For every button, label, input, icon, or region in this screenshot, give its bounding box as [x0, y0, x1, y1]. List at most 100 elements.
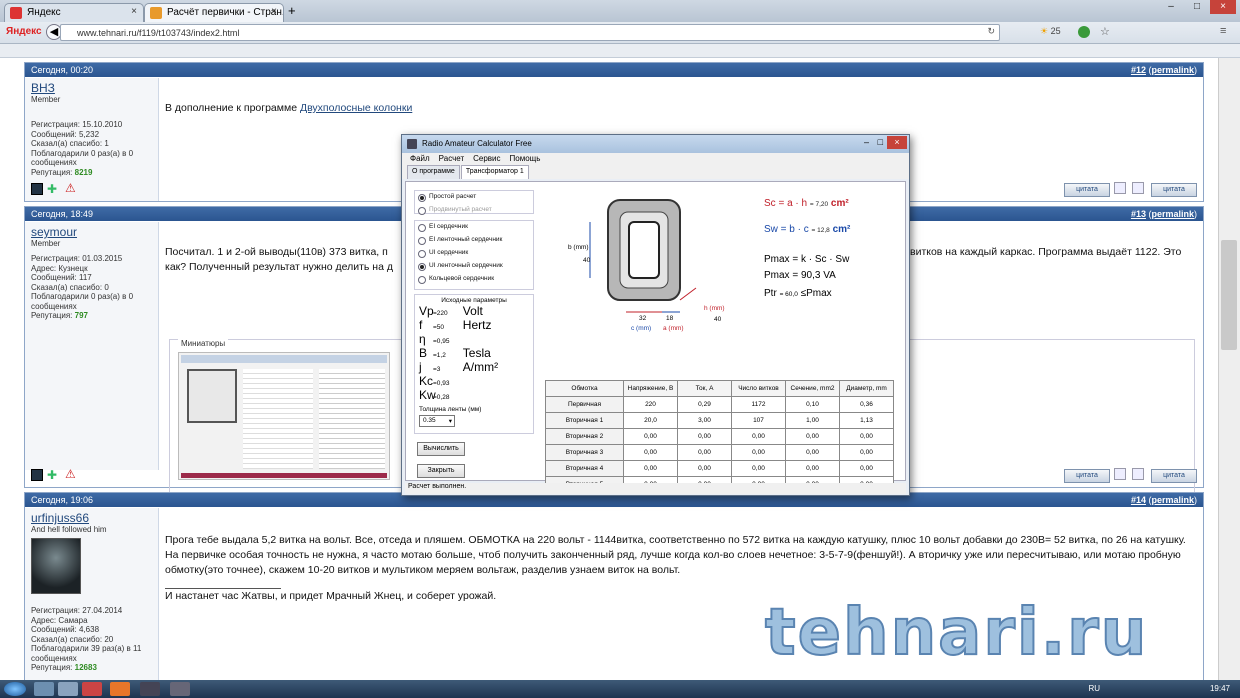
- table-cell[interactable]: 0,29: [677, 396, 732, 413]
- table-cell: 1,13: [839, 412, 894, 429]
- taskbar-app-icon[interactable]: [140, 682, 160, 696]
- taskbar-app-icon[interactable]: [170, 682, 190, 696]
- menu-service[interactable]: Сервис: [473, 154, 500, 165]
- menu-icon[interactable]: ≡: [1220, 25, 1226, 37]
- extension-icon[interactable]: [1078, 26, 1090, 38]
- core-radio-ei-tape[interactable]: EI ленточный сердечник: [415, 236, 533, 249]
- table-cell[interactable]: 20,0: [623, 412, 678, 429]
- post-number-link[interactable]: #14: [1131, 495, 1146, 505]
- reputation-label: Репутация:: [31, 167, 73, 177]
- table-cell[interactable]: 3,00: [677, 412, 732, 429]
- app-minimize-icon[interactable]: –: [864, 137, 869, 147]
- close-tab-icon[interactable]: ×: [271, 6, 277, 17]
- browser-logo[interactable]: Яндекс: [6, 26, 42, 37]
- scrollbar-thumb[interactable]: [1221, 240, 1237, 350]
- taskbar-app-icon[interactable]: [82, 682, 102, 696]
- status-bar: Расчет выполнен.: [405, 483, 906, 494]
- quote-button[interactable]: цитата: [1064, 469, 1110, 483]
- tape-thickness-select[interactable]: 0.35 ▾: [419, 415, 455, 427]
- core-radio-ei[interactable]: EI сердечник: [415, 223, 533, 236]
- param-f-input[interactable]: 50: [437, 324, 463, 331]
- param-b-input[interactable]: 1,2: [437, 352, 463, 359]
- minimize-icon[interactable]: –: [1158, 0, 1184, 14]
- pmax-formula: Pmax = k · Sc · Sw: [764, 254, 850, 265]
- winding-name: Первичная: [545, 396, 624, 413]
- app-close-icon[interactable]: ×: [887, 136, 907, 149]
- start-button[interactable]: [4, 682, 26, 696]
- post-number: #14 (permalink): [1130, 495, 1197, 505]
- simple-calc-radio[interactable]: Простой расчет: [415, 193, 533, 206]
- menu-file[interactable]: Файл: [410, 154, 430, 165]
- table-cell[interactable]: 0,00: [623, 428, 678, 445]
- report-icon[interactable]: ⚠: [65, 182, 77, 194]
- close-window-icon[interactable]: ×: [1210, 0, 1236, 14]
- message-link[interactable]: Двухполосные колонки: [300, 102, 412, 114]
- clock[interactable]: 19:47: [1210, 684, 1230, 693]
- firefox-icon[interactable]: [110, 682, 130, 696]
- taskbar-app-icon[interactable]: [34, 682, 54, 696]
- username[interactable]: seymour: [25, 222, 158, 239]
- close-button[interactable]: Закрыть: [417, 464, 465, 478]
- app-maximize-icon[interactable]: □: [878, 137, 883, 147]
- menu-help[interactable]: Помощь: [510, 154, 541, 165]
- username[interactable]: urfinjuss66: [25, 508, 158, 525]
- quick-reply-icon[interactable]: [1132, 182, 1144, 194]
- quick-reply-icon[interactable]: [1132, 468, 1144, 480]
- report-icon[interactable]: ⚠: [65, 468, 77, 480]
- attachment-thumbnail[interactable]: [178, 352, 390, 480]
- multiquote-icon[interactable]: [1114, 468, 1126, 480]
- core-radio-toroid[interactable]: Кольцевой сердечник: [415, 275, 533, 288]
- close-tab-icon[interactable]: ×: [131, 6, 137, 17]
- param-j-input[interactable]: 3: [437, 366, 463, 373]
- param-kw-input[interactable]: 0,28: [437, 394, 463, 401]
- table-cell[interactable]: 220: [623, 396, 678, 413]
- language-indicator[interactable]: RU: [1088, 684, 1100, 693]
- permalink-link[interactable]: permalink: [1151, 65, 1194, 75]
- param-symbol: B: [419, 346, 428, 360]
- new-tab-button[interactable]: +: [288, 3, 296, 18]
- table-cell[interactable]: 0,00: [623, 460, 678, 477]
- reload-icon[interactable]: ↻: [987, 26, 995, 37]
- weather-widget[interactable]: ☀ 25: [1040, 26, 1061, 37]
- quote-button[interactable]: цитата: [1064, 183, 1110, 197]
- maximize-icon[interactable]: □: [1184, 0, 1210, 14]
- tab-transformer[interactable]: Трансформатор 1: [460, 165, 529, 179]
- core-radio-ui-tape[interactable]: UI ленточный сердечник: [415, 262, 533, 275]
- table-row: Вторичная 3 0,00 0,00 0,00 0,00 0,00: [545, 444, 894, 461]
- quote-button[interactable]: цитата: [1151, 183, 1197, 197]
- tab-label: Яндекс: [27, 7, 61, 18]
- param-eta-input[interactable]: 0,95: [437, 338, 463, 345]
- core-radio-ui[interactable]: UI сердечник: [415, 249, 533, 262]
- table-cell[interactable]: 0,00: [677, 428, 732, 445]
- post-number-link[interactable]: #13: [1131, 209, 1146, 219]
- scrollbar[interactable]: [1218, 58, 1240, 680]
- permalink-link[interactable]: permalink: [1151, 209, 1194, 219]
- post-number-link[interactable]: #12: [1131, 65, 1146, 75]
- column-header: Сечение, mm2: [785, 380, 840, 397]
- advanced-calc-radio[interactable]: Продвинутый расчет: [415, 206, 533, 219]
- param-vp-input[interactable]: 220: [437, 310, 463, 317]
- taskbar-app-icon[interactable]: [58, 682, 78, 696]
- param-kc-input[interactable]: 0,93: [437, 380, 463, 387]
- quote-button[interactable]: цитата: [1151, 469, 1197, 483]
- browser-tab[interactable]: Яндекс ×: [4, 3, 144, 22]
- multiquote-icon[interactable]: [1114, 182, 1126, 194]
- table-cell[interactable]: 0,00: [623, 444, 678, 461]
- tab-about[interactable]: О программе: [407, 165, 460, 179]
- avatar[interactable]: [31, 538, 81, 594]
- bookmarks-icon[interactable]: ☆: [1100, 25, 1110, 38]
- table-cell[interactable]: 0,00: [677, 460, 732, 477]
- reputation-icon[interactable]: ✚: [47, 469, 59, 481]
- username[interactable]: ВНЗ: [25, 78, 158, 95]
- address-bar[interactable]: www.tehnari.ru/f119/t103743/index2.html …: [60, 24, 1000, 41]
- table-cell: 1,00: [785, 412, 840, 429]
- menu-calc[interactable]: Расчет: [439, 154, 464, 165]
- browser-tab-active[interactable]: Расчёт первички - Стран... ×: [144, 3, 284, 22]
- reputation-icon[interactable]: ✚: [47, 183, 59, 195]
- table-cell: 0,00: [731, 428, 786, 445]
- table-cell[interactable]: 0,00: [677, 444, 732, 461]
- winding-name: Вторичная 1: [545, 412, 624, 429]
- permalink-link[interactable]: permalink: [1151, 495, 1194, 505]
- post-number: #12 (permalink): [1130, 65, 1197, 75]
- calculate-button[interactable]: Вычислить: [417, 442, 465, 456]
